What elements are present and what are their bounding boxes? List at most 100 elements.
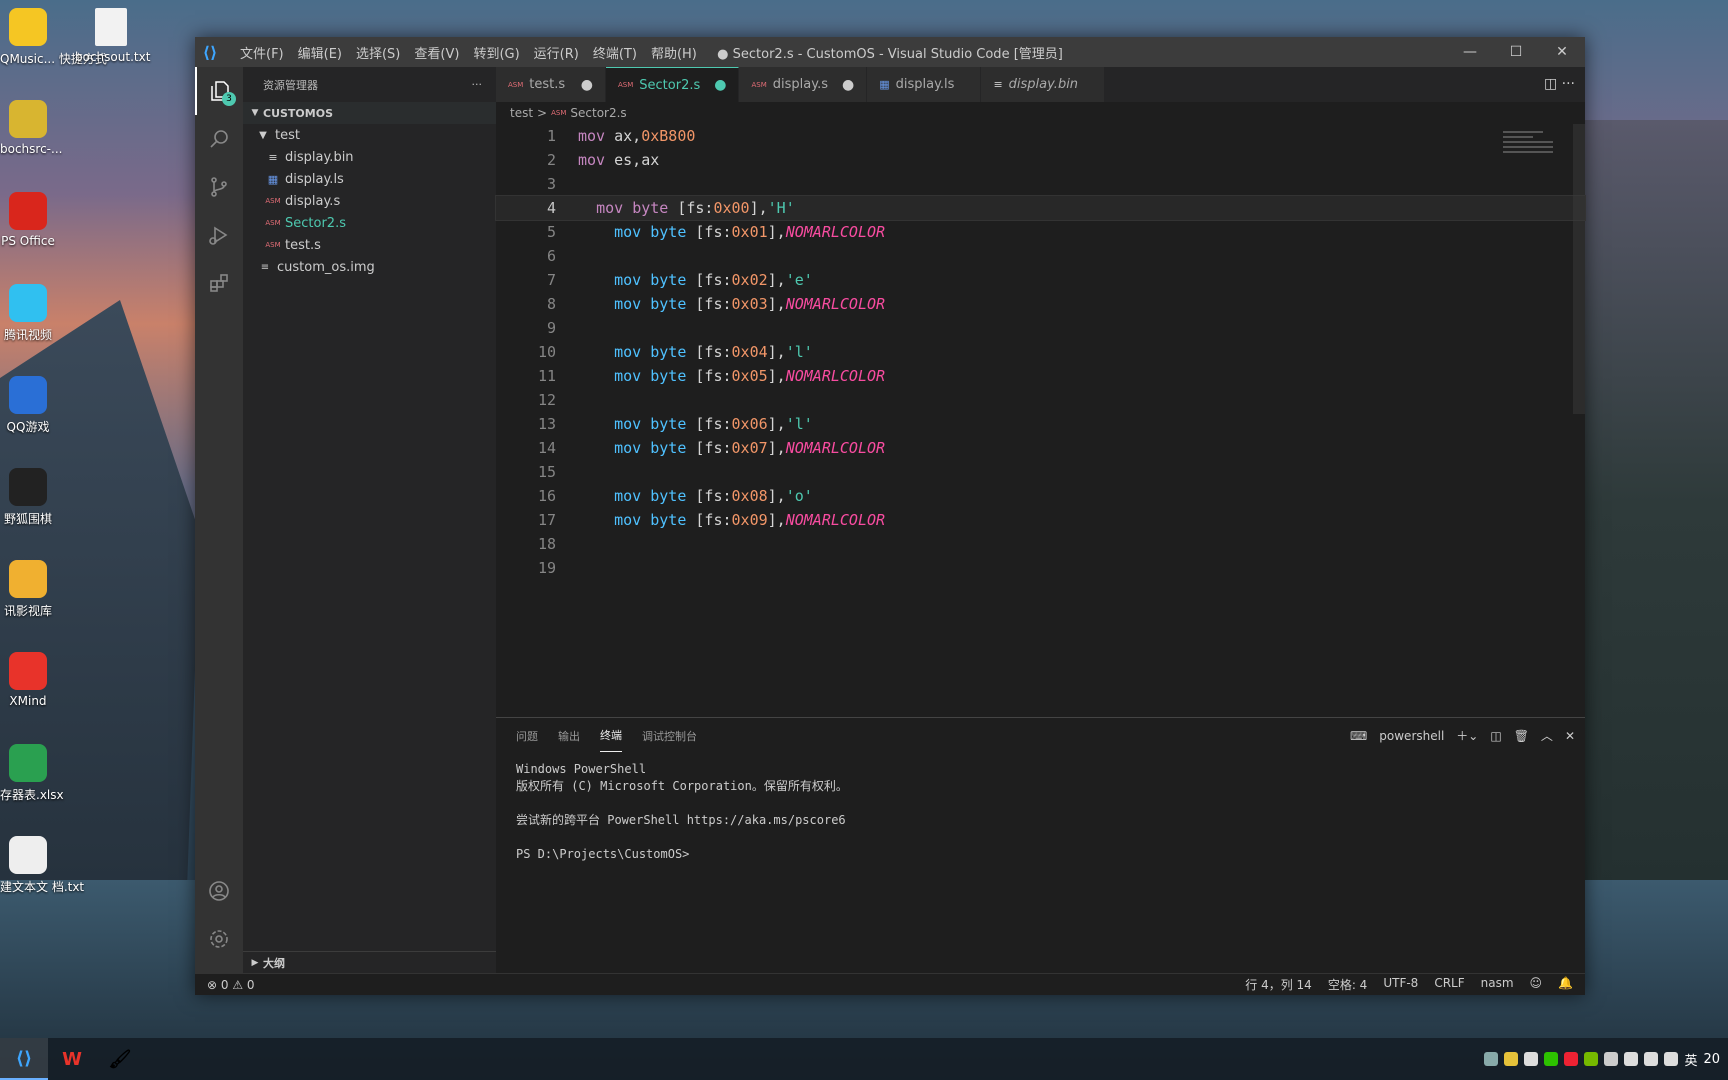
clock[interactable]: 20 [1703,1052,1720,1067]
line-number: 6 [546,247,556,265]
cursor-position[interactable]: 行 4，列 14 [1245,976,1312,993]
editor-tab[interactable]: ASM Sector2.s ● [606,67,740,102]
terminal-output[interactable]: Windows PowerShell 版权所有 (C) Microsoft Cor… [496,753,1585,871]
shell-selector[interactable]: powershell [1379,729,1444,743]
menu-item[interactable]: 编辑(E) [291,43,349,62]
workspace-section[interactable]: ▼ CUSTOMOS [243,102,496,124]
unsaved-dot-icon[interactable]: ● [828,77,854,93]
desktop-icon[interactable]: 讯影视库 [0,560,56,619]
panel-tab[interactable]: 终端 [600,719,622,752]
tray-app-icon[interactable] [1484,1052,1499,1066]
taskbar-wps[interactable]: W [48,1038,96,1080]
menu-item[interactable]: 运行(R) [527,43,586,62]
close-button[interactable]: ✕ [1539,37,1585,67]
panel-tab[interactable]: 问题 [516,720,538,752]
desktop-icon[interactable]: 腾讯视频 [0,284,56,343]
tree-file[interactable]: ASM test.s [243,234,496,256]
outline-section[interactable]: ▶ 大纲 [243,951,496,973]
explorer-activity[interactable]: 3 [195,67,243,115]
panel-tab[interactable]: 调试控制台 [642,720,697,752]
close-panel-button[interactable]: ✕ [1565,729,1575,743]
desktop-icon[interactable]: QMusic... 快捷方式 [0,8,107,67]
search-activity[interactable] [195,115,243,163]
ime-indicator[interactable]: 英 [1684,1050,1697,1069]
tray-app-icon[interactable] [1504,1052,1519,1066]
tree-file-custom-os[interactable]: ≡ custom_os.img [243,256,496,278]
editor-tab[interactable]: ASM display.s ● [739,67,868,102]
editor-tab[interactable]: ≡ display.bin [981,67,1106,102]
menu-item[interactable]: 文件(F) [233,43,291,62]
editor-tab[interactable]: ▦ display.ls [867,67,982,102]
terminal-line: 尝试新的跨平台 PowerShell https://aka.ms/pscore… [516,813,846,827]
minimap[interactable] [1503,131,1573,171]
desktop-icon[interactable]: QQ游戏 [0,376,56,435]
file-label: display.ls [285,171,344,187]
split-terminal-button[interactable]: ◫ [1490,729,1501,743]
tree-file[interactable]: ≡ display.bin [243,146,496,168]
menu-item[interactable]: 终端(T) [586,43,644,62]
new-terminal-button[interactable]: ＋⌄ [1456,727,1478,744]
editor-actions[interactable]: ◫ ··· [1544,67,1575,102]
menu-item[interactable]: 查看(V) [407,43,466,62]
source-control-activity[interactable] [195,163,243,211]
tree-folder-test[interactable]: ▼ test [243,124,496,146]
extensions-activity[interactable] [195,259,243,307]
desktop-icon[interactable]: 存器表.xlsx [0,744,64,803]
desktop-icon[interactable]: XMind [0,652,56,708]
taskbar: ⟨⟩ W 🖌 英 20 [0,1038,1728,1080]
terminal-line: 版权所有 (C) Microsoft Corporation。保留所有权利。 [516,779,848,793]
breadcrumb-folder[interactable]: test [510,106,533,120]
problems-status[interactable]: ⊗ 0 ⚠ 0 [207,978,255,992]
bottom-panel: 问题 输出 终端 调试控制台 ⌨ powershell ＋⌄ ◫ 🗑 ︿ ✕ Wind… [496,717,1585,973]
code-editor[interactable]: 1 mov ax,0xB800 2 mov es,ax 3 4 mov byte [… [495,124,1586,714]
code-line: 18 [496,532,1585,556]
minimize-button[interactable]: — [1447,37,1493,67]
nvidia-icon[interactable] [1584,1052,1599,1066]
unsaved-dot-icon[interactable]: ● [567,77,593,93]
maximize-panel-button[interactable]: ︿ [1541,727,1553,744]
panel-tab[interactable]: 输出 [558,720,580,752]
shield-icon[interactable] [1604,1052,1619,1066]
more-actions-button[interactable]: ··· [472,78,483,91]
run-debug-activity[interactable] [195,211,243,259]
microphone-icon[interactable] [1664,1052,1679,1066]
language-mode[interactable]: nasm [1481,976,1514,993]
file-type-icon: ASM [265,241,281,249]
trash-icon[interactable]: 🗑 [1514,729,1529,743]
tab-label: display.ls [895,77,955,92]
tree-file[interactable]: ▦ display.ls [243,168,496,190]
tray-app-icon[interactable] [1524,1052,1539,1066]
tree-file[interactable]: ASM Sector2.s [243,212,496,234]
chevron-down-icon: ▼ [251,108,259,118]
menu-item[interactable]: 转到(G) [466,43,526,62]
menu-item[interactable]: 帮助(H) [644,43,704,62]
menu-item[interactable]: 选择(S) [349,43,407,62]
volume-icon[interactable] [1644,1052,1659,1066]
bell-icon[interactable]: 🔔 [1558,976,1573,993]
settings-activity[interactable] [195,915,243,963]
unsaved-dot-icon[interactable]: ● [700,77,726,93]
taskbar-vscode[interactable]: ⟨⟩ [0,1038,48,1080]
maximize-button[interactable]: ☐ [1493,37,1539,67]
indentation[interactable]: 空格: 4 [1328,976,1368,993]
tree-file[interactable]: ASM display.s [243,190,496,212]
network-icon[interactable] [1624,1052,1639,1066]
desktop-icon[interactable]: 野狐围棋 [0,468,56,527]
desktop-icon[interactable]: bochsrc-... [0,100,62,156]
app-icon [9,744,47,782]
wechat-icon[interactable] [1544,1052,1559,1066]
editor-tab[interactable]: ASM test.s ● [496,67,606,102]
tray-app-icon[interactable] [1564,1052,1579,1066]
desktop-icon-bochsout[interactable]: bochsout.txt [75,8,150,64]
encoding[interactable]: UTF-8 [1383,976,1418,993]
feedback-icon[interactable]: ☺ [1530,976,1543,993]
editor-scrollbar[interactable] [1573,124,1585,414]
desktop-icon[interactable]: PS Office [0,192,56,248]
desktop-icon[interactable]: 建文本文 档.txt [0,836,84,895]
end-of-line[interactable]: CRLF [1434,976,1464,993]
accounts-activity[interactable] [195,867,243,915]
breadcrumb-file[interactable]: Sector2.s [570,106,626,120]
taskbar-paint[interactable]: 🖌 [96,1038,144,1080]
line-number: 7 [546,271,556,289]
breadcrumb-separator: > [537,106,548,120]
